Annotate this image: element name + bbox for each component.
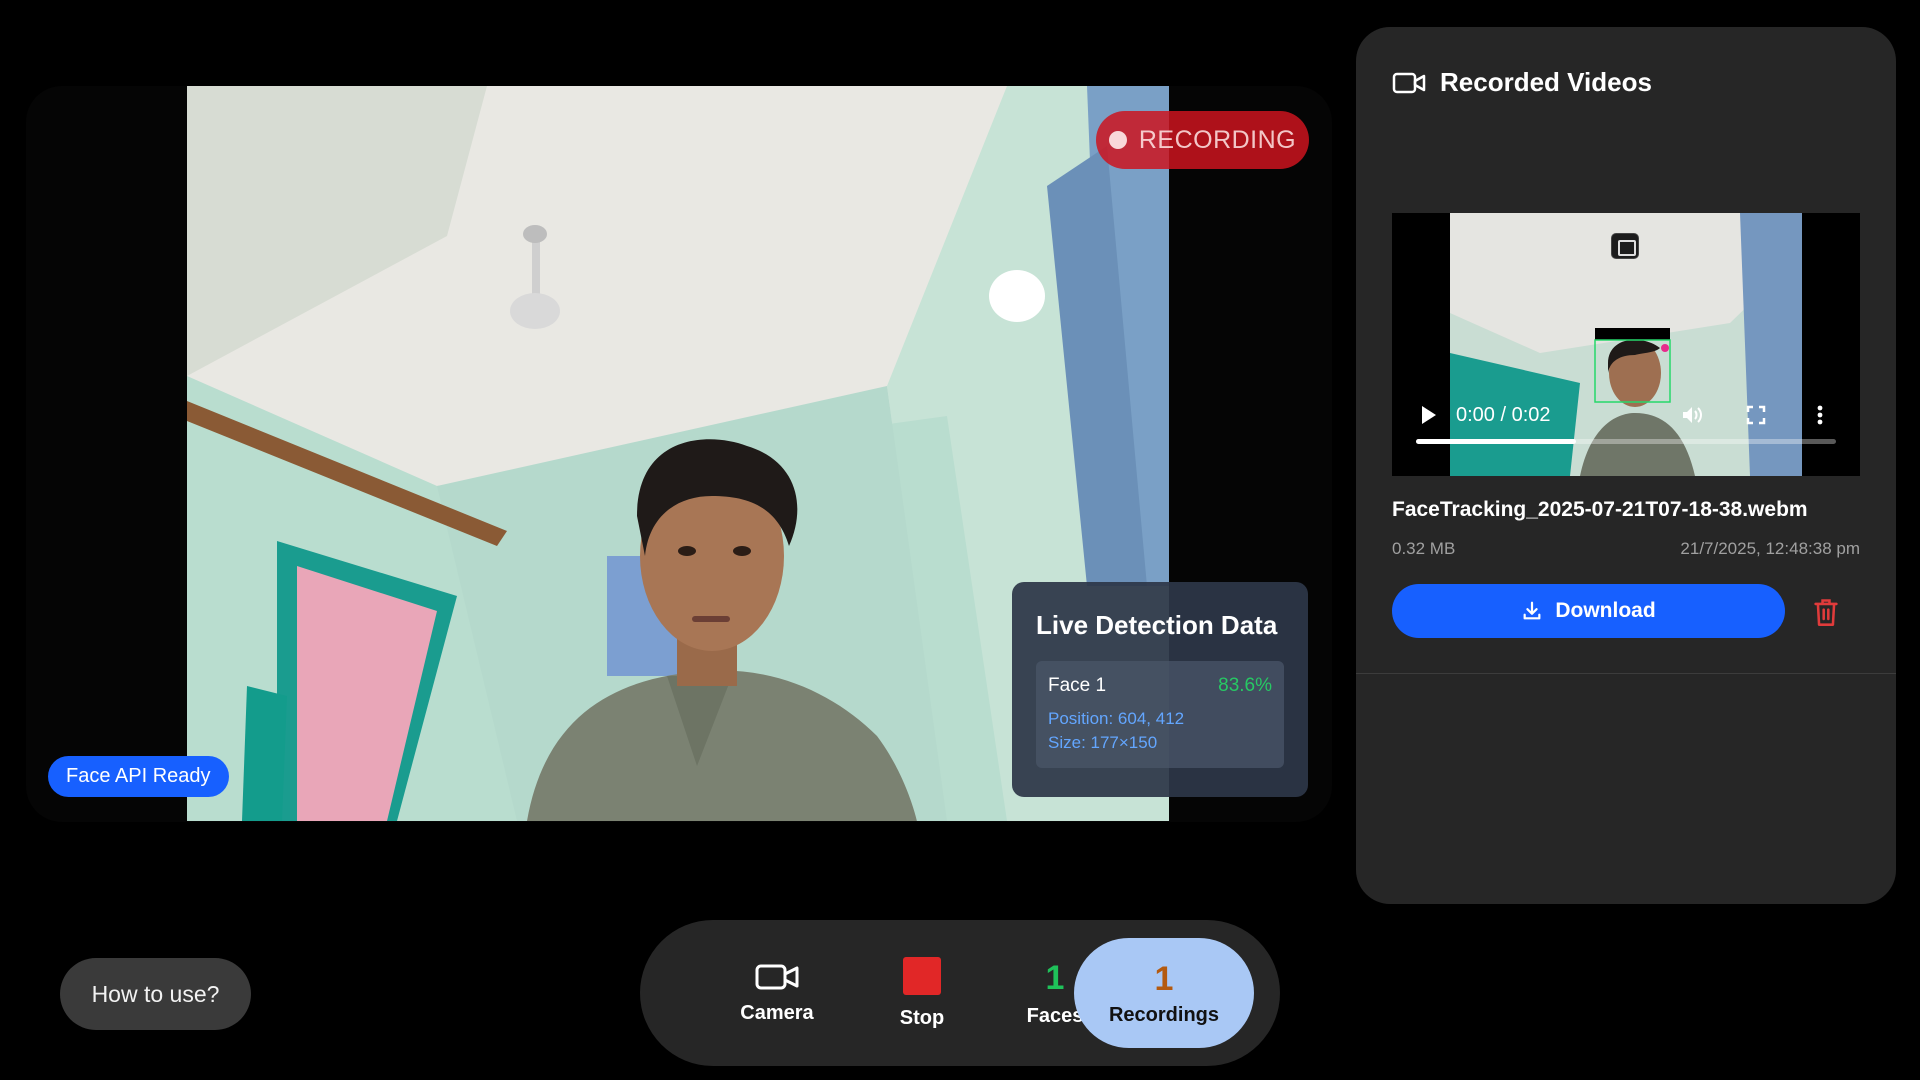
video-file-date: 21/7/2025, 12:48:38 pm (1680, 539, 1860, 558)
panel-divider (1356, 673, 1896, 674)
faces-count: 1 (1045, 958, 1065, 997)
recordings-label: Recordings (1108, 1003, 1220, 1026)
trash-icon[interactable] (1812, 597, 1840, 627)
video-file-name: FaceTracking_2025-07-21T07-18-38.webm (1392, 498, 1808, 521)
face-label: Face 1 (1048, 675, 1107, 696)
face-confidence: 83.6% (1218, 675, 1272, 696)
video-camera-icon (755, 964, 799, 989)
face-detection-card: Face 1 83.6% Position: 604, 412 Size: 17… (1036, 661, 1284, 768)
stop-icon (903, 956, 941, 995)
stop-label: Stop (899, 1006, 945, 1029)
picture-in-picture-icon[interactable] (1611, 233, 1639, 259)
video-progress-fill (1416, 439, 1576, 444)
download-label: Download (1555, 599, 1656, 622)
stop-recording-button[interactable]: Stop (862, 920, 982, 1066)
recordings-button[interactable]: 1 Recordings (1074, 938, 1254, 1048)
video-time: 0:00 / 0:02 (1456, 403, 1551, 426)
live-detection-title: Live Detection Data (1036, 610, 1278, 640)
recorded-videos-title: Recorded Videos (1440, 67, 1652, 97)
face-api-status-badge: Face API Ready (48, 756, 229, 797)
camera-button[interactable]: Camera (712, 920, 842, 1066)
how-to-use-label: How to use? (91, 980, 220, 1007)
recording-dot-icon (1108, 131, 1127, 149)
face-size: Size: 177×150 (1048, 733, 1158, 752)
recorded-videos-panel: Recorded Videos 0:00 / 0:02 FaceTracking… (1356, 27, 1896, 904)
face-position: Position: 604, 412 (1048, 709, 1185, 728)
recordings-count: 1 (1154, 959, 1174, 998)
camera-label: Camera (740, 1001, 814, 1024)
volume-icon[interactable] (1680, 403, 1704, 427)
control-dock: Camera Stop 1 Faces 1 Recordings (640, 920, 1280, 1066)
fullscreen-icon[interactable] (1744, 403, 1768, 427)
download-button[interactable]: Download (1392, 584, 1785, 638)
recorded-videos-header: Recorded Videos (1392, 67, 1652, 98)
play-icon[interactable] (1422, 406, 1436, 424)
video-controls: 0:00 / 0:02 (1392, 385, 1860, 445)
live-detection-panel: Live Detection Data Face 1 83.6% Positio… (1012, 582, 1308, 797)
faces-label: Faces (1026, 1004, 1084, 1027)
recording-indicator: RECORDING (1096, 111, 1309, 169)
video-file-size: 0.32 MB (1392, 539, 1456, 558)
download-icon (1523, 601, 1541, 620)
more-options-icon[interactable] (1808, 403, 1832, 427)
video-progress-bar[interactable] (1416, 439, 1836, 444)
face-api-status-label: Face API Ready (66, 765, 211, 787)
how-to-use-button[interactable]: How to use? (60, 958, 251, 1030)
recording-label: RECORDING (1138, 125, 1297, 154)
video-camera-icon (1392, 72, 1426, 93)
video-player[interactable]: 0:00 / 0:02 (1392, 213, 1860, 476)
